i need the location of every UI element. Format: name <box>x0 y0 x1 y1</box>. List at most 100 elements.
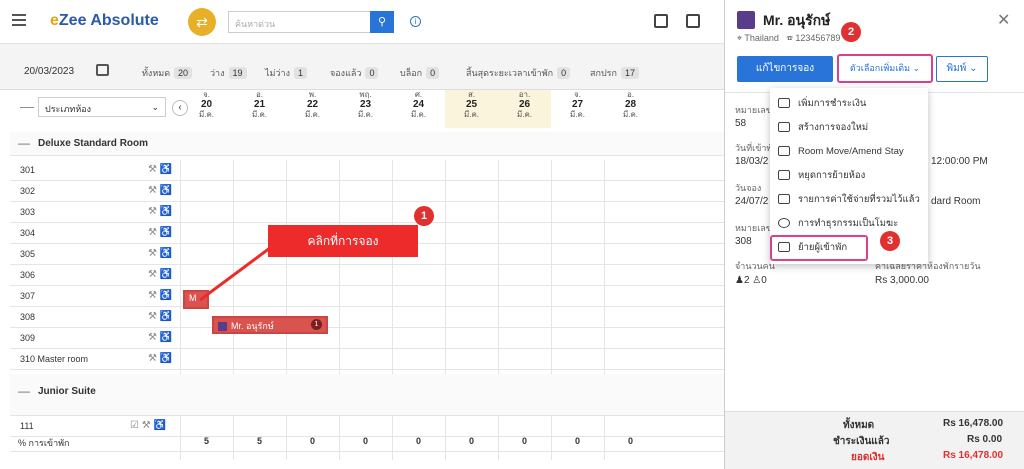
rate-value: Rs 3,000.00 <box>875 275 929 286</box>
room-grid: — ประเภทห้อง⌄ ‹ จ.20มี.ค.81765.5075885.0… <box>0 90 724 469</box>
room-row: 303 ⚒ ♿ <box>10 202 724 223</box>
stat-occupied[interactable]: ไม่ว่าง 1 <box>265 66 307 80</box>
junior-header-row: — Junior Suite <box>10 374 724 416</box>
date-header[interactable]: จ. 27 มี.ค. <box>551 90 604 128</box>
calendar-add-icon[interactable] <box>654 14 668 28</box>
room-status-icon[interactable]: ⚒ ♿ <box>148 332 172 343</box>
room-number[interactable]: 301 <box>20 165 35 175</box>
room-status-icon[interactable]: ⚒ ♿ <box>148 185 172 196</box>
room-number[interactable]: 309 <box>20 333 35 343</box>
room-row: 307 ⚒ ♿ <box>10 286 724 307</box>
room-number[interactable]: 306 <box>20 270 35 280</box>
occupancy-label: % การเข้าพัก <box>18 438 70 448</box>
receipt-icon <box>778 194 790 205</box>
menu-item-stop-move[interactable]: หยุดการย้ายห้อง <box>778 166 865 186</box>
more-options-button[interactable]: ตัวเลือกเพิ่มเติม ⌄ <box>837 54 933 83</box>
stat-blocked[interactable]: บล็อก 0 <box>400 66 440 80</box>
top-bar: eZee Absolute ⇄ ค้นหาด่วน ⚲ i <box>0 0 724 44</box>
room-number[interactable]: 310 Master room <box>20 354 88 364</box>
room-number[interactable]: 308 <box>20 312 35 322</box>
stat-dirty[interactable]: สกปรก 17 <box>590 66 639 80</box>
date-header[interactable]: ส. 25 มี.ค. <box>445 90 498 128</box>
stat-due-out[interactable]: สิ้นสุดระยะเวลาเข้าพัก 0 <box>466 66 571 80</box>
room-row: 306 ⚒ ♿ <box>10 265 724 286</box>
step-2-badge: 2 <box>841 22 861 42</box>
room-status-icon[interactable]: ⚒ ♿ <box>148 269 172 280</box>
panel-footer: ทั้งหมด Rs 16,478.00 ชำระเงินแล้ว Rs 0.0… <box>725 411 1024 469</box>
info-icon[interactable]: i <box>410 16 421 27</box>
menu-item-room-move[interactable]: Room Move/Amend Stay <box>778 142 904 162</box>
date-header[interactable]: จ. 20 มี.ค. <box>180 90 233 128</box>
deluxe-header-row: — Deluxe Standard Room <box>10 132 724 156</box>
guest-icon <box>218 322 227 332</box>
step-3-badge: 3 <box>880 231 900 251</box>
room-number[interactable]: 304 <box>20 228 35 238</box>
stat-all[interactable]: ทั้งหมด 20 <box>142 66 193 80</box>
room-row: 310 Master room ⚒ ♿ <box>10 349 724 370</box>
date-header[interactable]: อา. 26 มี.ค. <box>498 90 551 128</box>
edit-booking-button[interactable]: แก้ไขการจอง <box>737 56 833 82</box>
room-number[interactable]: 307 <box>20 291 35 301</box>
paid-value: Rs 0.00 <box>967 434 1003 445</box>
room-type-name: Deluxe Standard Room <box>38 138 149 149</box>
menu-icon[interactable] <box>12 14 26 26</box>
date-header[interactable]: พฤ. 23 มี.ค. <box>339 90 392 128</box>
date-header[interactable]: ศ. 24 มี.ค. <box>392 90 445 128</box>
collapse-icon[interactable]: — <box>18 384 30 398</box>
step-1-badge: 1 <box>414 206 434 226</box>
date-header[interactable]: อ. 28 มี.ค. <box>604 90 657 128</box>
highlight-move-guest <box>770 235 868 261</box>
date-header[interactable]: พ. 22 มี.ค. <box>286 90 339 128</box>
field-label: จำนวนคน <box>735 261 775 271</box>
room-status-icon[interactable]: ⚒ ♿ <box>148 206 172 217</box>
room-row: 301 ⚒ ♿ <box>10 160 724 181</box>
menu-item-inclusions[interactable]: รายการค่าใช้จ่ายที่รวมไว้แล้ว <box>778 190 920 210</box>
room-status-icon[interactable]: ⚒ ♿ <box>148 164 172 175</box>
room-row: 308 ⚒ ♿ <box>10 307 724 328</box>
paid-label: ชำระเงินแล้ว <box>833 436 890 447</box>
calendar-icon[interactable] <box>686 14 700 28</box>
bed-icon <box>778 146 790 157</box>
room-status-icon[interactable]: ⚒ ♿ <box>148 353 172 364</box>
room-status-icon[interactable]: ⚒ ♿ <box>148 248 172 259</box>
room-number[interactable]: 303 <box>20 207 35 217</box>
booking-bar[interactable]: Mr. อนุรักษ์ 1 <box>212 316 328 334</box>
collapse-all-icon[interactable]: — <box>20 98 34 114</box>
void-icon <box>778 218 790 229</box>
date-header[interactable]: อ. 21 มี.ค. <box>233 90 286 128</box>
menu-item-add-payment[interactable]: เพิ่มการชำระเงิน <box>778 94 866 114</box>
search-button[interactable]: ⚲ <box>370 11 394 33</box>
room-status-icon[interactable]: ⚒ ♿ <box>148 227 172 238</box>
menu-item-void[interactable]: การทำธุรกรรมเป็นโมฆะ <box>778 214 898 234</box>
field-label: หมายเลข <box>735 105 772 115</box>
stat-vacant[interactable]: ว่าง 19 <box>210 66 247 80</box>
total-label: ทั้งหมด <box>843 420 875 431</box>
field-value: 308 <box>735 236 752 247</box>
room-type-select[interactable]: ประเภทห้อง ⌄ <box>38 97 166 117</box>
search-input[interactable]: ค้นหาด่วน <box>228 11 370 33</box>
calendar-picker-icon[interactable] <box>96 64 109 76</box>
print-button[interactable]: พิมพ์ ⌄ <box>936 56 988 82</box>
shuffle-icon[interactable]: ⇄ <box>188 8 216 36</box>
room-status-icon[interactable]: ⚒ ♿ <box>148 311 172 322</box>
hand-icon <box>778 170 790 181</box>
callout-box: คลิกที่การจอง <box>268 225 418 257</box>
guest-icon <box>737 11 755 29</box>
menu-item-new-booking[interactable]: สร้างการจองใหม่ <box>778 118 868 138</box>
current-date[interactable]: 20/03/2023 <box>24 66 74 77</box>
collapse-icon[interactable]: — <box>18 136 30 150</box>
room-number[interactable]: 305 <box>20 249 35 259</box>
field-value: 58 <box>735 118 747 129</box>
callout-arrow <box>199 240 279 302</box>
app-logo: eZee Absolute <box>50 12 159 29</box>
close-icon[interactable]: ✕ <box>997 10 1010 30</box>
field-label: หมายเลข <box>735 223 772 233</box>
room-row: 302 ⚒ ♿ <box>10 181 724 202</box>
stat-reserved[interactable]: จองแล้ว 0 <box>330 66 379 80</box>
checkin-time: 12:00:00 PM <box>931 156 988 167</box>
field-value: 24/07/2 <box>735 196 769 207</box>
room-number[interactable]: 302 <box>20 186 35 196</box>
total-value: Rs 16,478.00 <box>943 418 1004 429</box>
room-status-icon[interactable]: ⚒ ♿ <box>148 290 172 301</box>
balance-label: ยอดเงิน <box>851 452 885 463</box>
